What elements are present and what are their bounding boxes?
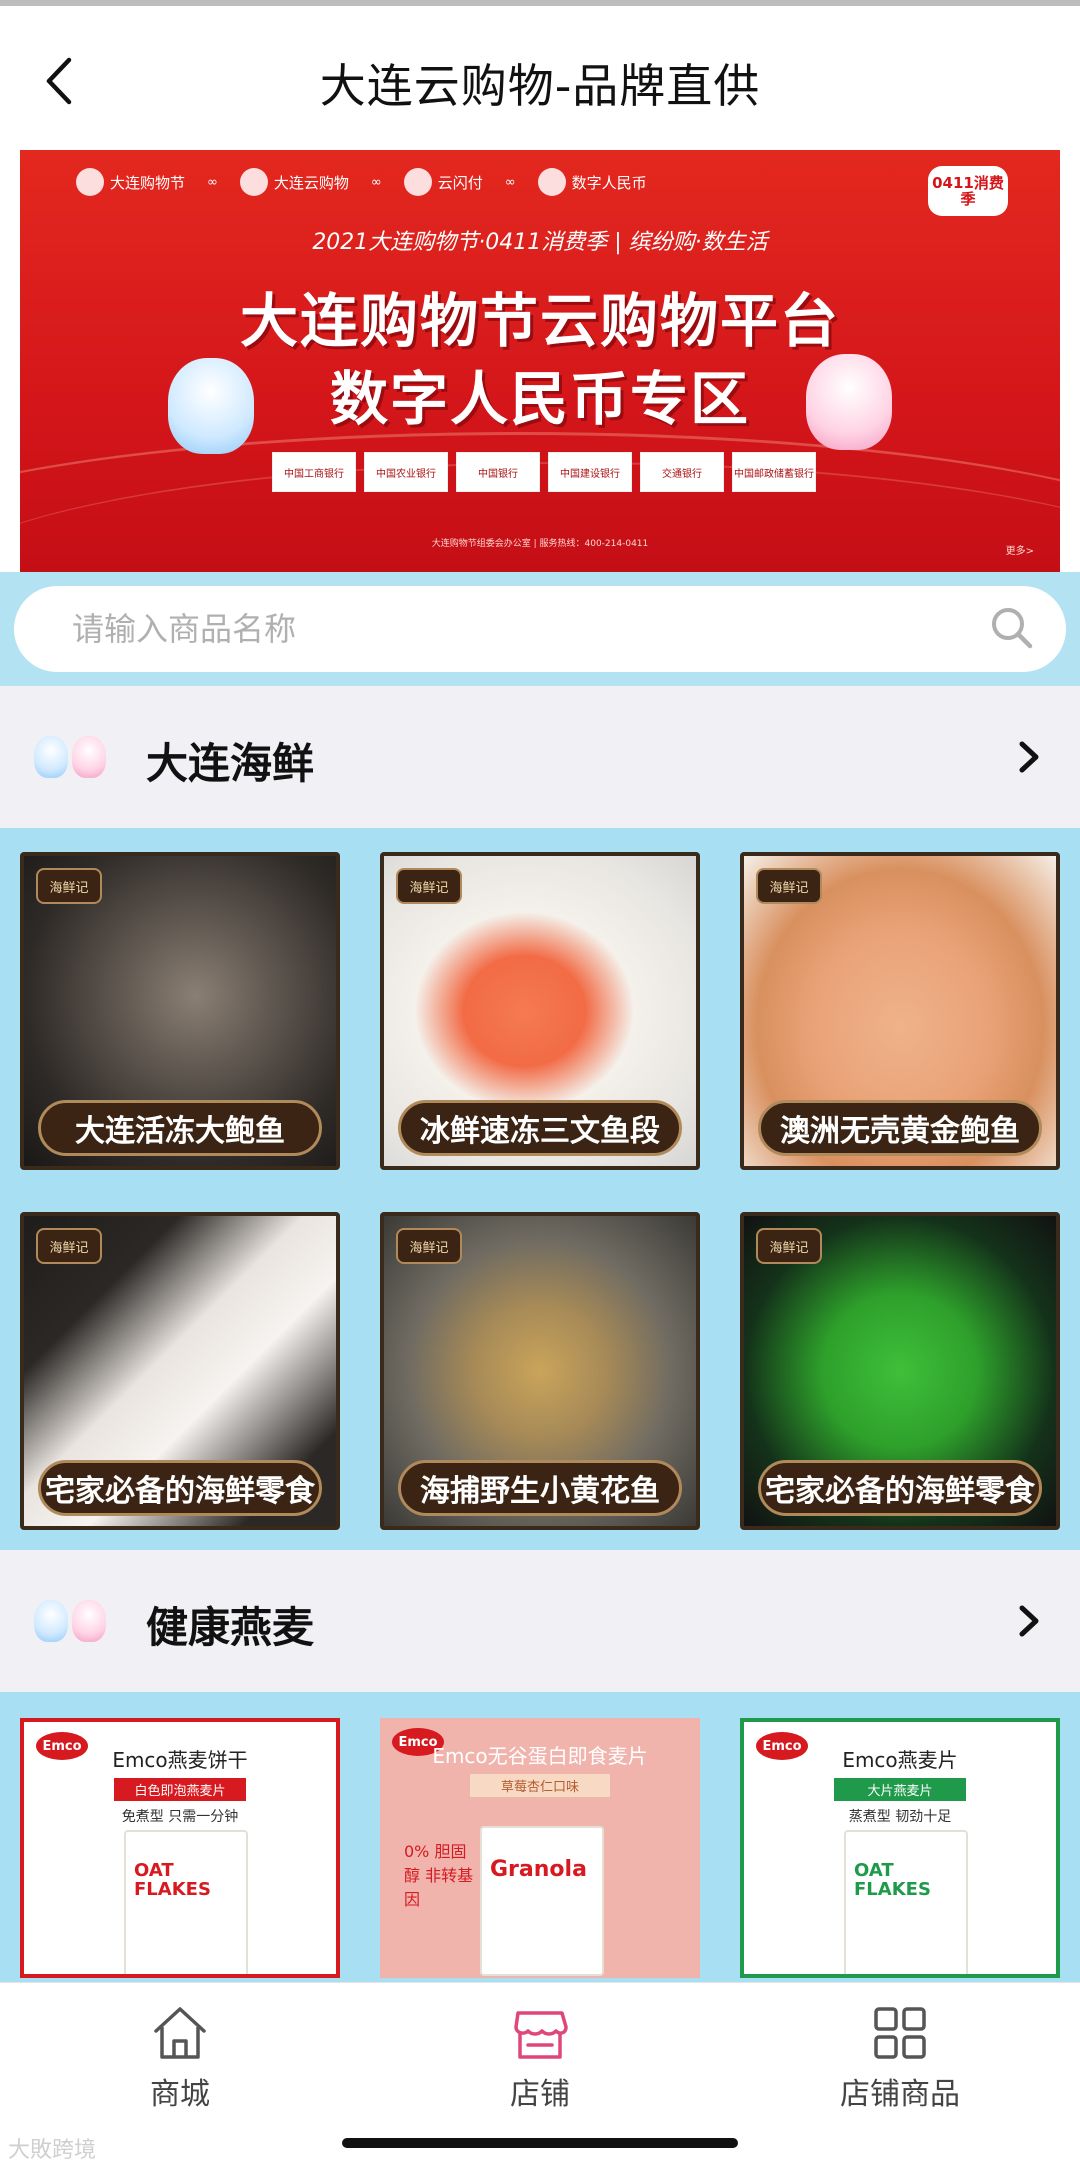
product-card[interactable]: 海鲜记 大连活冻大鲍鱼	[20, 852, 340, 1170]
product-label: 澳洲无壳黄金鲍鱼	[758, 1100, 1042, 1156]
bank-logo: 中国银行	[456, 452, 540, 492]
product-image-granola-box: Granola	[480, 1826, 604, 1976]
mascot-blue-icon	[34, 1600, 68, 1642]
product-card[interactable]: 海鲜记 冰鲜速冻三文鱼段	[380, 852, 700, 1170]
tab-label: 店铺	[510, 2077, 570, 2112]
tab-mall[interactable]: 商城	[80, 2003, 280, 2123]
box-label: OAT FLAKES	[854, 1860, 931, 1900]
section-more-button[interactable]	[1004, 732, 1054, 782]
product-card[interactable]: Emco Emco燕麦饼干 白色即泡燕麦片 免煮型 只需一分钟 OAT FLAK…	[20, 1718, 340, 1978]
product-card[interactable]: Emco Emco燕麦片 大片燕麦片 蒸煮型 韧劲十足 OAT FLAKES	[740, 1718, 1060, 1978]
tab-store-products[interactable]: 店铺商品	[800, 2003, 1000, 2123]
watermark: 大敗跨境	[8, 2138, 97, 2163]
bank-logos: 中国工商银行 中国农业银行 中国银行 中国建设银行 交通银行 中国邮政储蓄银行	[272, 452, 816, 492]
product-card[interactable]: 海鲜记 宅家必备的海鲜零食	[20, 1212, 340, 1530]
search-icon[interactable]	[988, 604, 1036, 652]
brand-tag: 海鲜记	[36, 868, 102, 904]
product-label: 宅家必备的海鲜零食	[758, 1460, 1042, 1516]
product-subtitle: 草莓杏仁口味	[470, 1774, 610, 1797]
bank-logo: 中国建设银行	[548, 452, 632, 492]
nav-bar: 大连云购物-品牌直供	[0, 6, 1080, 150]
chevron-right-icon	[1019, 741, 1039, 773]
section-header-seafood[interactable]: 大连海鲜	[0, 686, 1080, 828]
separator: ∞	[207, 174, 218, 190]
partner-logo: 数字人民币	[537, 168, 647, 196]
chevron-right-icon	[1019, 1605, 1039, 1637]
brand-tag: 海鲜记	[396, 1228, 462, 1264]
bank-logo: 中国农业银行	[364, 452, 448, 492]
brand-tag: 海鲜记	[396, 868, 462, 904]
mascot-pink-icon	[806, 354, 892, 450]
mascot-icon	[34, 736, 110, 782]
search-input[interactable]	[72, 586, 952, 672]
box-label: OAT FLAKES	[134, 1860, 211, 1900]
search-area	[0, 572, 1080, 686]
store-icon	[514, 2011, 568, 2059]
partner-logos: 大连购物节 ∞ 大连云购物 ∞ 云闪付 ∞ 数字人民币	[76, 168, 647, 196]
tab-label: 店铺商品	[840, 2077, 960, 2112]
product-note: 蒸煮型 韧劲十足	[848, 1809, 952, 1825]
bank-logo: 交通银行	[640, 452, 724, 492]
product-label: 大连活冻大鲍鱼	[38, 1100, 322, 1156]
mascot-blue-icon	[168, 358, 254, 454]
product-subtitle: 白色即泡燕麦片	[114, 1778, 246, 1801]
tab-store[interactable]: 店铺	[440, 2003, 640, 2123]
product-label: 宅家必备的海鲜零食	[38, 1460, 322, 1516]
season-badge: 0411消费季	[928, 166, 1008, 216]
product-subtitle: 大片燕麦片	[834, 1778, 966, 1801]
mascot-pink-icon	[72, 1600, 106, 1642]
mascot-pink-icon	[72, 736, 106, 778]
banner-headline: 大连购物节云购物平台	[239, 287, 840, 355]
separator: ∞	[504, 174, 516, 190]
mascot-icon	[34, 1600, 110, 1646]
page: 大连云购物-品牌直供 大连购物节 ∞ 大连云购物 ∞ 云闪付 ∞ 数字人民币 0…	[0, 0, 1080, 2165]
search-box	[14, 586, 1066, 672]
product-card[interactable]: 海鲜记 海捕野生小黄花鱼	[380, 1212, 700, 1530]
section-header-oats[interactable]: 健康燕麦	[0, 1550, 1080, 1692]
logo-icon	[537, 168, 566, 196]
mascot-blue-icon	[34, 736, 68, 778]
brand-tag: 海鲜记	[756, 1228, 822, 1264]
product-card[interactable]: 海鲜记 澳洲无壳黄金鲍鱼	[740, 852, 1060, 1170]
banner-slogan: 2021大连购物节·0411消费季 | 缤纷购·数生活	[312, 230, 768, 255]
logo-icon	[403, 168, 432, 196]
separator: ∞	[370, 174, 382, 190]
brand-tag: 海鲜记	[756, 868, 822, 904]
grid-icon	[874, 2007, 926, 2059]
product-title: Emco无谷蛋白即食麦片	[432, 1744, 648, 1768]
product-title: Emco燕麦饼干	[112, 1748, 248, 1772]
home-indicator[interactable]	[342, 2138, 738, 2148]
product-title: Emco燕麦片	[842, 1748, 958, 1772]
banner-footer: 大连购物节组委会办公室 | 服务热线：400-214-0411	[431, 539, 649, 549]
section-title: 健康燕麦	[146, 1603, 315, 1652]
banner-more: 更多>	[1005, 546, 1034, 557]
bank-logo: 中国邮政储蓄银行	[732, 452, 816, 492]
logo-icon	[76, 168, 104, 196]
partner-logo: 大连购物节	[76, 168, 185, 196]
product-card[interactable]: Emco Emco无谷蛋白即食麦片 草莓杏仁口味 0% 胆固醇 非转基因 Gra…	[380, 1718, 700, 1978]
section-title: 大连海鲜	[146, 739, 315, 788]
product-grid-seafood: 海鲜记 大连活冻大鲍鱼 海鲜记 冰鲜速冻三文鱼段 海鲜记 澳洲无壳黄金鲍鱼 海鲜…	[0, 828, 1080, 1550]
product-note: 免煮型 只需一分钟	[121, 1809, 239, 1825]
product-label: 海捕野生小黄花鱼	[398, 1460, 682, 1516]
product-note: 0% 胆固醇 非转基因	[404, 1842, 474, 1909]
product-image-oat-box: OAT FLAKES	[124, 1830, 248, 1974]
section-more-button[interactable]	[1004, 1596, 1054, 1646]
product-label: 冰鲜速冻三文鱼段	[398, 1100, 682, 1156]
brand-tag: 海鲜记	[36, 1228, 102, 1264]
page-title: 大连云购物-品牌直供	[319, 59, 761, 113]
box-label: Granola	[490, 1857, 587, 1882]
product-grid-oats: Emco Emco燕麦饼干 白色即泡燕麦片 免煮型 只需一分钟 OAT FLAK…	[0, 1692, 1080, 1982]
home-icon	[154, 2007, 206, 2059]
tab-label: 商城	[150, 2077, 210, 2112]
partner-logo: 云闪付	[403, 168, 483, 196]
product-image-oat-box: OAT FLAKES	[844, 1830, 968, 1974]
logo-icon	[239, 168, 268, 196]
product-card[interactable]: 海鲜记 宅家必备的海鲜零食	[740, 1212, 1060, 1530]
partner-logo: 大连云购物	[239, 168, 349, 196]
promo-banner[interactable]: 大连购物节 ∞ 大连云购物 ∞ 云闪付 ∞ 数字人民币 0411消费季 2021…	[20, 150, 1060, 572]
bank-logo: 中国工商银行	[272, 452, 356, 492]
